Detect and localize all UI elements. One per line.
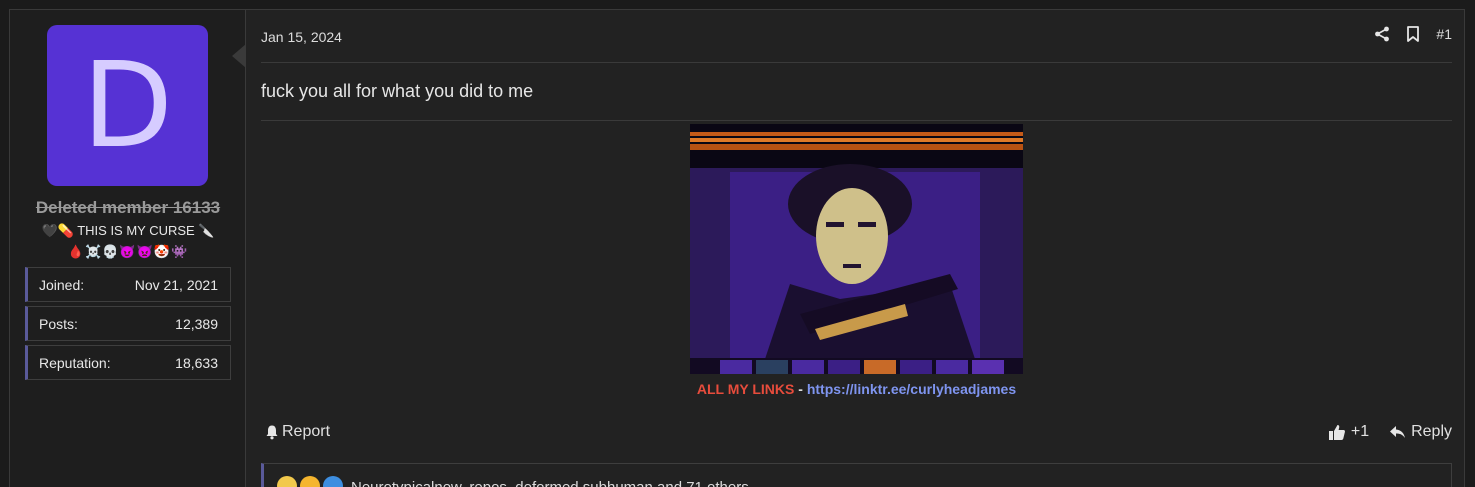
bookmark-icon[interactable] [1406,26,1420,42]
like-count: +1 [1350,423,1370,440]
post-message: fuck you all for what you did to me [261,81,534,101]
bell-icon [266,425,278,440]
report-button[interactable]: Report [264,423,330,441]
stat-value: Nov 21, 2021 [134,277,218,293]
stat-label: Reputation: [39,355,111,371]
reactions-list[interactable]: Neurotypicalnew, repos, deformed subhuma… [351,479,749,487]
post-number-link[interactable]: #1 [1436,26,1452,42]
thumbs-up-icon [1328,425,1345,440]
reactions-bar[interactable]: Neurotypicalnew, repos, deformed subhuma… [261,463,1452,487]
reply-label: Reply [1411,423,1452,440]
share-icon[interactable] [1374,26,1390,42]
signature-separator: - [794,381,807,397]
signature-links-label: ALL MY LINKS [696,381,795,397]
post-container: D Deleted member 16133 🖤💊 THIS IS MY CUR… [9,9,1465,487]
stat-label: Posts: [39,316,78,332]
author-sidebar: D Deleted member 16133 🖤💊 THIS IS MY CUR… [10,10,246,487]
avatar[interactable]: D [47,25,208,186]
post-footer-actions: +1 Reply [1328,423,1452,441]
divider [261,62,1452,63]
stat-posts: Posts: 12,389 [25,306,231,341]
report-label: Report [282,423,331,440]
stat-label: Joined: [39,277,85,293]
post-actions: #1 [1374,26,1452,42]
reply-icon [1390,426,1406,438]
stat-reputation: Reputation: 18,633 [25,345,231,380]
like-button[interactable]: +1 [1328,423,1369,441]
reply-button[interactable]: Reply [1389,423,1452,441]
signature-image [690,124,1023,374]
user-title-line1: 🖤💊 THIS IS MY CURSE 🔪 [41,223,215,238]
signature-url-link[interactable]: https://linktr.ee/curlyheadjames [807,381,1016,397]
stat-joined: Joined: Nov 21, 2021 [25,267,231,302]
emoji-reaction-icon [300,476,320,487]
user-title-line2: 🩸☠️💀😈👿🤡👾 [67,244,189,259]
stat-value: 12,389 [175,316,218,332]
stat-value: 18,633 [175,355,218,371]
username[interactable]: Deleted member 16133 [10,198,246,218]
reaction-icons [277,476,343,487]
post-main: Jan 15, 2024 #1 fuck you all for what yo… [261,10,1452,487]
message-pointer [232,44,246,68]
signature-divider [261,120,1452,121]
emoji-reaction-icon [277,476,297,487]
emoji-reaction-icon [323,476,343,487]
post-date[interactable]: Jan 15, 2024 [261,29,342,45]
signature-links: ALL MY LINKS - https://linktr.ee/curlyhe… [261,381,1452,397]
